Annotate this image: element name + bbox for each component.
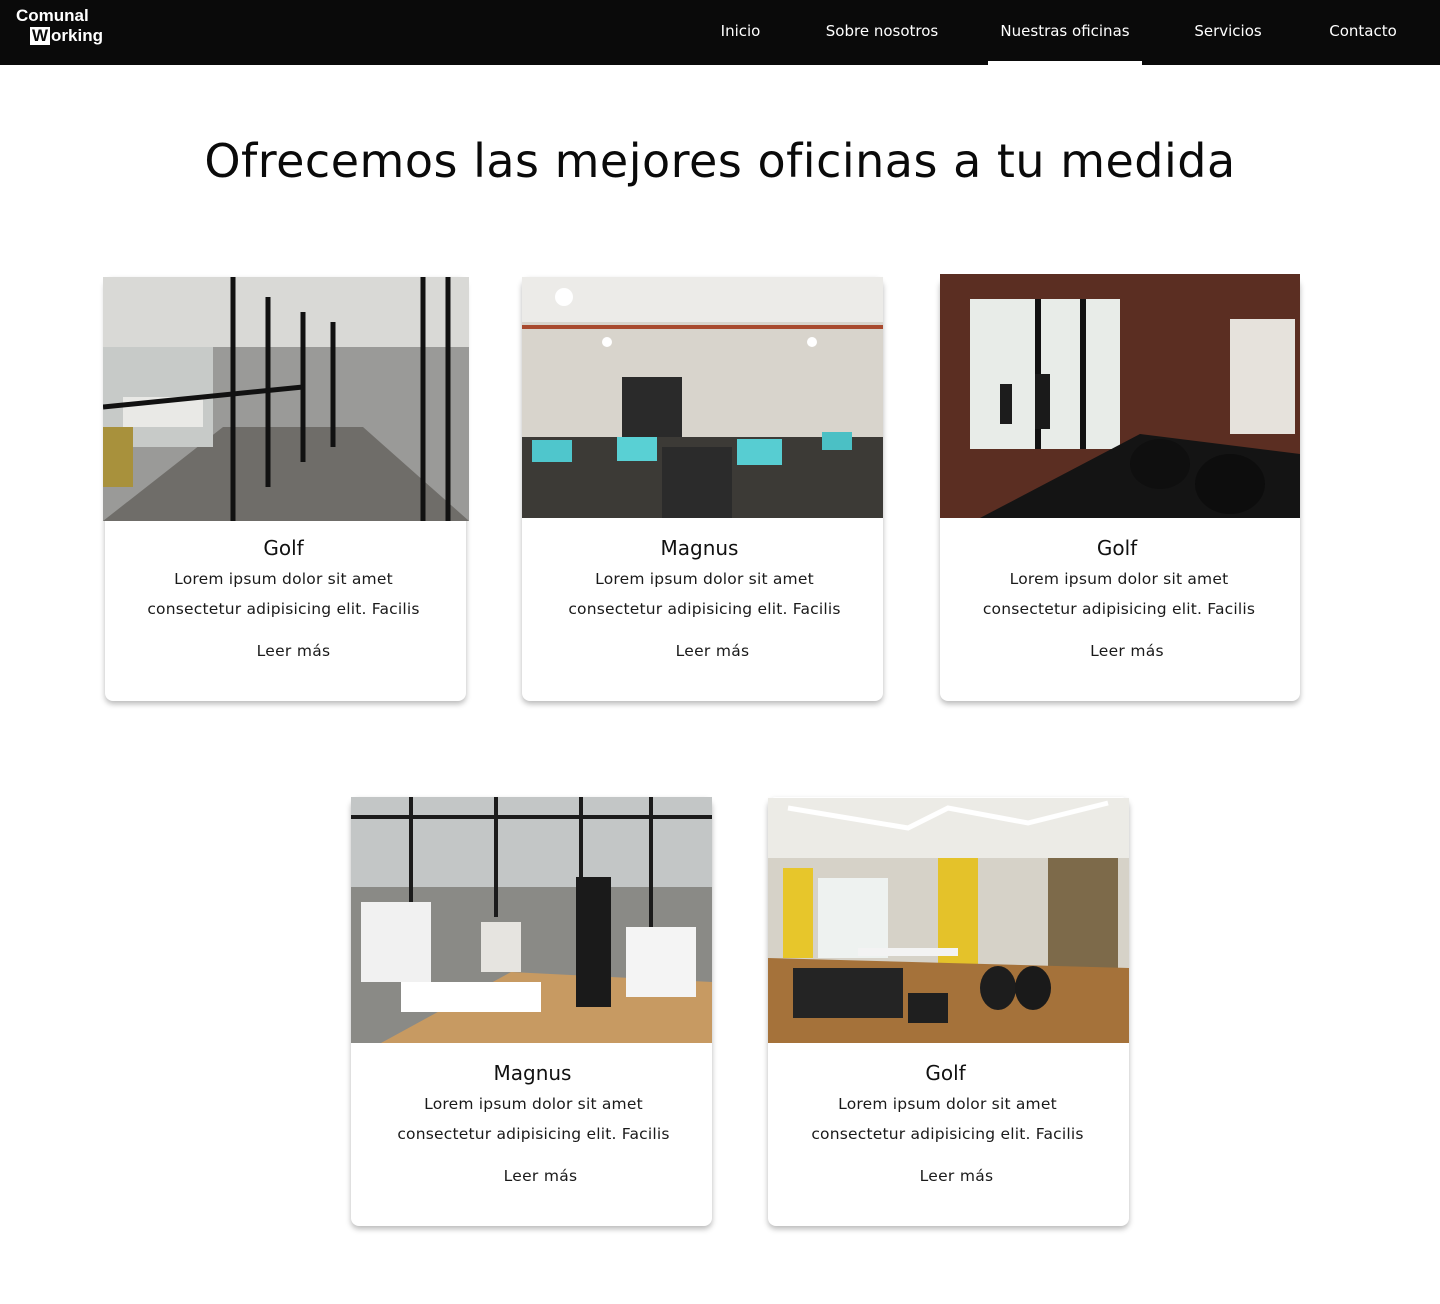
glass-corridor-office-photo [103,277,469,521]
card-desc-line2: consectetur adipisicing elit. Facilis [982,600,1256,618]
card-desc-line2: consectetur adipisicing elit. Facilis [568,600,841,618]
office-card-magnus-2: Magnus Lorem ipsum dolor sit amet consec… [351,797,712,1226]
nav-item-nuestras-oficinas[interactable]: Nuestras oficinas [988,0,1142,65]
read-more-link[interactable]: Leer más [360,1167,721,1185]
card-desc-line2: consectetur adipisicing elit. Facilis [811,1125,1084,1143]
brand-line2: Working [16,26,103,46]
card-desc-line1: Lorem ipsum dolor sit amet [174,570,393,588]
card-description: Lorem ipsum dolor sit amet consectetur a… [939,564,1299,624]
brand-initial-box: W [30,26,51,45]
card-desc-line1: Lorem ipsum dolor sit amet [595,570,814,588]
card-title: Magnus [493,1061,572,1085]
nav-item-servicios[interactable]: Servicios [1183,0,1273,65]
card-desc-line2: consectetur adipisicing elit. Facilis [397,1125,670,1143]
office-card-golf-1: Golf Lorem ipsum dolor sit amet consecte… [103,277,469,701]
card-description: Lorem ipsum dolor sit amet consectetur a… [767,1089,1128,1149]
meeting-room-team-photo [351,797,712,1043]
brand-line1: Comunal [16,6,89,25]
card-title: Golf [1096,536,1138,560]
brick-wall-desks-photo [940,274,1300,518]
read-more-link[interactable]: Leer más [532,642,893,660]
card-description: Lorem ipsum dolor sit amet consectetur a… [524,564,885,624]
nav-item-inicio[interactable]: Inicio [708,0,773,65]
card-title: Magnus [660,536,739,560]
card-title: Golf [925,1061,966,1085]
card-desc-line1: Lorem ipsum dolor sit amet [424,1095,643,1113]
card-title: Golf [263,536,304,560]
office-card-golf-2: Golf Lorem ipsum dolor sit amet consecte… [939,274,1300,701]
card-description: Lorem ipsum dolor sit amet consectetur a… [353,1089,714,1149]
page-title: Ofrecemos las mejores oficinas a tu medi… [204,134,1236,188]
nav-item-contacto[interactable]: Contacto [1314,0,1412,65]
nav-item-sobre-nosotros[interactable]: Sobre nosotros [814,0,950,65]
card-desc-line1: Lorem ipsum dolor sit amet [838,1095,1057,1113]
card-desc-line1: Lorem ipsum dolor sit amet [1009,570,1229,588]
office-card-magnus-1: Magnus Lorem ipsum dolor sit amet consec… [522,277,883,701]
top-navbar: Comunal Working Inicio Sobre nosotros Nu… [0,0,1440,65]
read-more-link[interactable]: Leer más [113,642,474,660]
card-description: Lorem ipsum dolor sit amet consectetur a… [103,564,464,624]
yellow-lounge-office-photo [768,798,1129,1043]
read-more-link[interactable]: Leer más [776,1167,1137,1185]
office-card-golf-3: Golf Lorem ipsum dolor sit amet consecte… [768,797,1129,1226]
open-plan-office-photo [522,277,883,518]
card-desc-line2: consectetur adipisicing elit. Facilis [147,600,420,618]
brand-logo[interactable]: Comunal Working [16,6,103,46]
read-more-link[interactable]: Leer más [947,642,1307,660]
brand-line2-rest: orking [51,26,103,45]
